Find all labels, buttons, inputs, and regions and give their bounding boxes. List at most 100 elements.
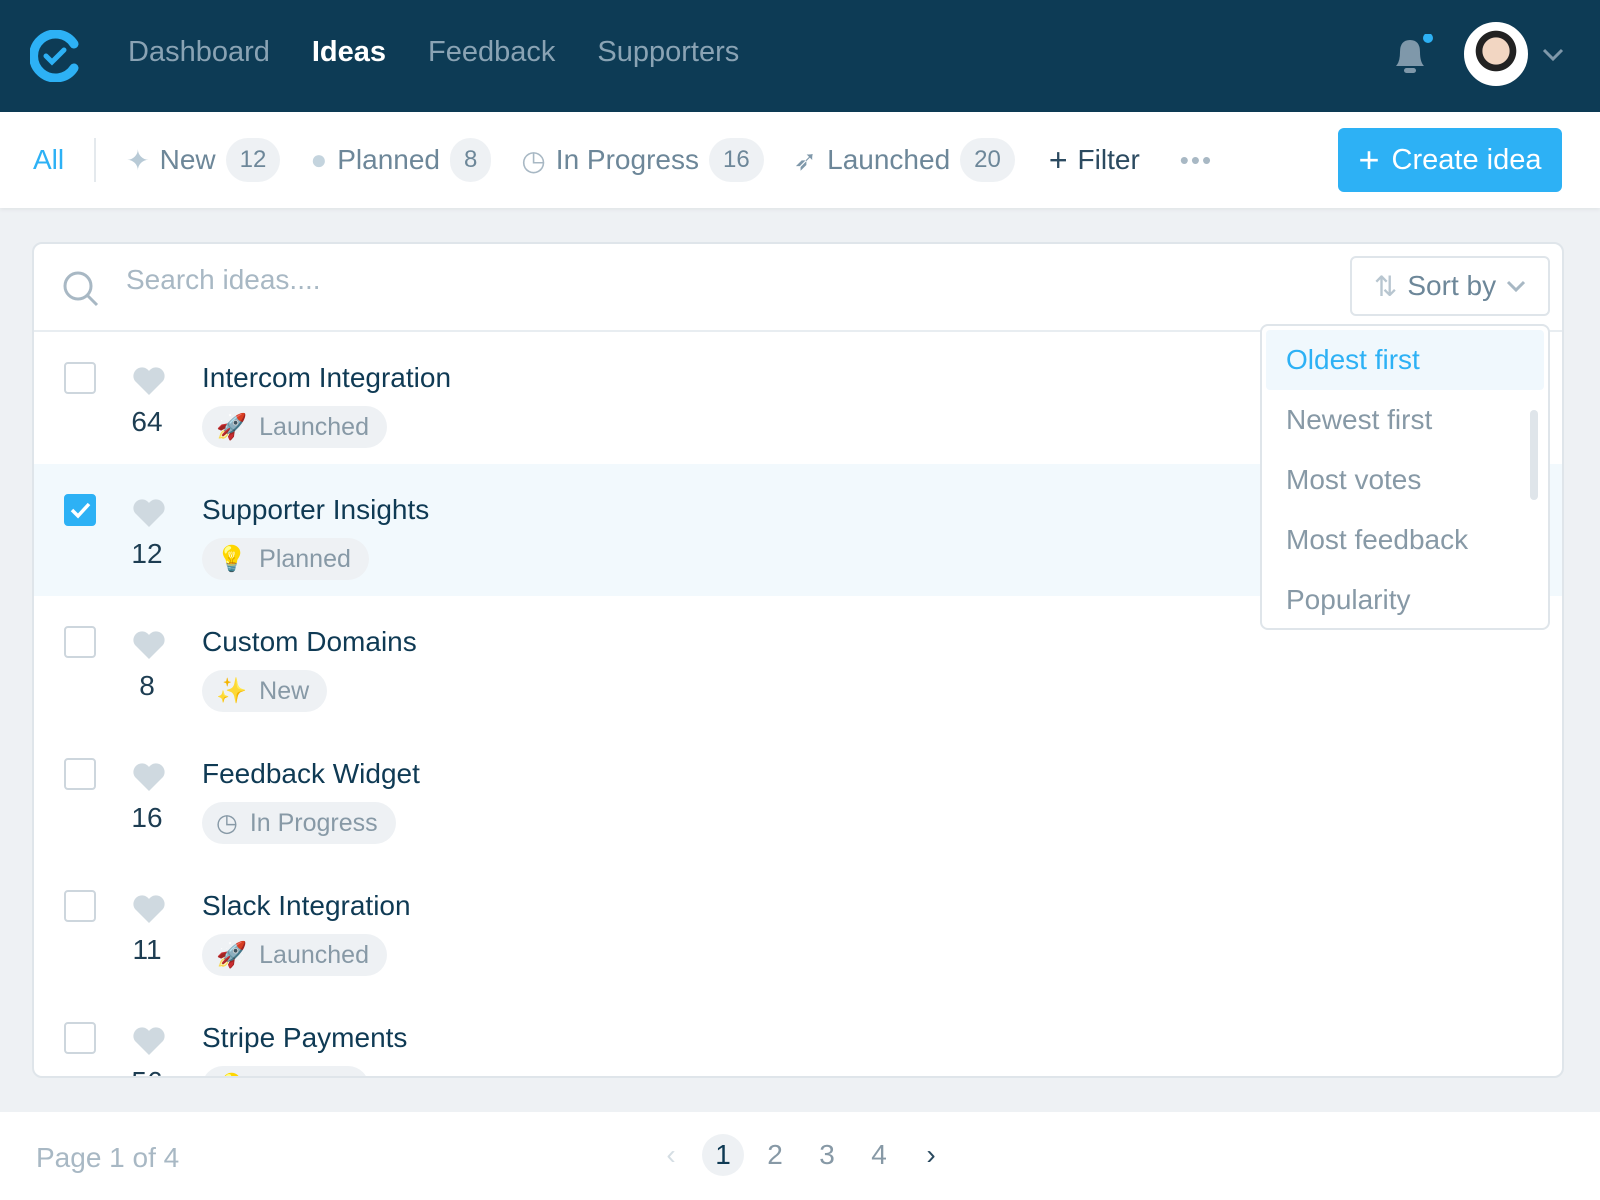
page-4[interactable]: 4 <box>858 1134 900 1176</box>
idea-checkbox[interactable] <box>64 758 96 790</box>
sort-option-oldest[interactable]: Oldest first <box>1266 330 1544 390</box>
nav-supporters[interactable]: Supporters <box>597 36 739 69</box>
heart-icon[interactable] <box>132 498 166 528</box>
sort-label: Sort by <box>1407 270 1497 301</box>
bell-icon[interactable] <box>1390 34 1438 78</box>
tab-label: Launched <box>827 144 951 175</box>
tab-count: 20 <box>960 138 1015 182</box>
lightbulb-icon: 💡 <box>216 1073 247 1077</box>
search-input[interactable] <box>126 264 1026 296</box>
idea-title[interactable]: Supporter Insights <box>202 494 429 526</box>
sort-icon: ⇅ <box>1373 270 1398 302</box>
create-idea-button[interactable]: + Create idea <box>1338 128 1562 192</box>
page-info: Page 1 of 4 <box>36 1142 180 1173</box>
tab-label: In Progress <box>555 144 699 175</box>
idea-title[interactable]: Feedback Widget <box>202 758 420 790</box>
chevron-down-icon <box>1507 280 1526 292</box>
search-bar: ⇅ Sort by <box>34 244 1562 332</box>
status-label: In Progress <box>249 808 378 837</box>
page-2[interactable]: 2 <box>754 1134 796 1176</box>
plus-icon: + <box>1358 139 1380 180</box>
idea-title[interactable]: Slack Integration <box>202 890 411 922</box>
status-badge: ✨ New <box>202 670 328 712</box>
sort-option-most-feedback[interactable]: Most feedback <box>1266 510 1544 570</box>
rocket-icon: 🚀 <box>216 412 248 441</box>
idea-row[interactable]: 11 Slack Integration 🚀 Launched <box>34 860 1562 992</box>
sort-by-button[interactable]: ⇅ Sort by <box>1350 256 1550 316</box>
sort-option-newest[interactable]: Newest first <box>1266 390 1544 450</box>
idea-checkbox[interactable] <box>64 890 96 922</box>
tab-count: 8 <box>450 138 492 182</box>
rocket-icon: 🚀 <box>216 940 248 969</box>
idea-row[interactable]: 16 Feedback Widget ◷ In Progress <box>34 728 1562 860</box>
heart-icon[interactable] <box>132 762 166 792</box>
heart-icon[interactable] <box>132 894 166 924</box>
notification-dot <box>1423 34 1433 43</box>
next-page-icon[interactable]: › <box>910 1134 952 1176</box>
filter-label: Filter <box>1077 144 1140 175</box>
logo-icon[interactable] <box>30 30 82 82</box>
status-badge: 💡 Planned <box>202 1066 369 1077</box>
status-badge: ◷ In Progress <box>202 802 396 844</box>
avatar[interactable] <box>1464 22 1528 86</box>
chevron-down-icon[interactable] <box>1542 48 1564 62</box>
vote-count: 8 <box>139 670 155 701</box>
sort-option-popularity[interactable]: Popularity <box>1266 570 1544 630</box>
heart-icon[interactable] <box>132 366 166 396</box>
idea-title[interactable]: Custom Domains <box>202 626 417 658</box>
vote-count: 12 <box>131 538 163 569</box>
idea-row[interactable]: 56 Stripe Payments 💡 Planned <box>34 992 1562 1077</box>
create-idea-label: Create idea <box>1391 143 1542 176</box>
clock-icon: ◷ <box>216 809 238 837</box>
nav-ideas[interactable]: Ideas <box>312 36 386 69</box>
tab-planned[interactable]: ● Planned 8 <box>310 138 492 182</box>
pagination-footer: Page 1 of 4 ‹ 1 2 3 4 › <box>0 1112 1600 1200</box>
idea-title[interactable]: Stripe Payments <box>202 1022 407 1054</box>
vote-count: 56 <box>112 1066 182 1076</box>
tab-count: 12 <box>225 138 281 182</box>
tab-label: Planned <box>337 144 440 175</box>
idea-title[interactable]: Intercom Integration <box>202 362 451 394</box>
clock-icon: ◷ <box>521 144 546 176</box>
vote-count: 11 <box>132 934 162 965</box>
status-badge: 🚀 Launched <box>202 934 387 976</box>
tab-count: 16 <box>708 138 764 182</box>
tab-label: New <box>159 144 216 175</box>
sparkles-icon: ✦ <box>126 144 150 176</box>
prev-page-icon[interactable]: ‹ <box>650 1134 692 1176</box>
idea-checkbox[interactable] <box>64 494 96 526</box>
status-label: Planned <box>259 544 351 573</box>
search-icon <box>63 271 99 307</box>
tab-in-progress[interactable]: ◷ In Progress 16 <box>521 138 764 182</box>
more-icon[interactable]: ••• <box>1180 145 1213 176</box>
add-filter-button[interactable]: + Filter <box>1049 142 1140 179</box>
sort-option-most-votes[interactable]: Most votes <box>1266 450 1544 510</box>
status-label: Launched <box>259 940 369 969</box>
vote-count: 64 <box>131 406 163 437</box>
sort-dropdown: Oldest first Newest first Most votes Mos… <box>1260 324 1550 630</box>
check-icon <box>70 502 91 519</box>
vote-count: 16 <box>131 802 163 833</box>
idea-checkbox[interactable] <box>64 1022 96 1054</box>
scrollbar[interactable] <box>1530 410 1538 500</box>
page-3[interactable]: 3 <box>806 1134 848 1176</box>
tab-all[interactable]: All <box>33 138 97 182</box>
nav-dashboard[interactable]: Dashboard <box>128 36 270 69</box>
rocket-icon: ➶ <box>793 144 818 176</box>
sparkles-icon: ✨ <box>216 676 248 705</box>
heart-icon[interactable] <box>132 630 166 660</box>
top-navbar: Dashboard Ideas Feedback Supporters <box>0 0 1600 112</box>
idea-checkbox[interactable] <box>64 626 96 658</box>
status-badge: 🚀 Launched <box>202 406 387 448</box>
heart-icon[interactable] <box>132 1026 166 1056</box>
tab-new[interactable]: ✦ New 12 <box>126 138 281 182</box>
lightbulb-icon: ● <box>310 144 328 175</box>
nav-feedback[interactable]: Feedback <box>428 36 555 69</box>
status-label: Launched <box>259 412 369 441</box>
tab-launched[interactable]: ➶ Launched 20 <box>794 138 1015 182</box>
plus-icon: + <box>1048 141 1068 178</box>
status-badge: 💡 Planned <box>202 538 369 580</box>
page-1[interactable]: 1 <box>702 1134 744 1176</box>
idea-checkbox[interactable] <box>64 362 96 394</box>
lightbulb-icon: 💡 <box>216 544 248 573</box>
